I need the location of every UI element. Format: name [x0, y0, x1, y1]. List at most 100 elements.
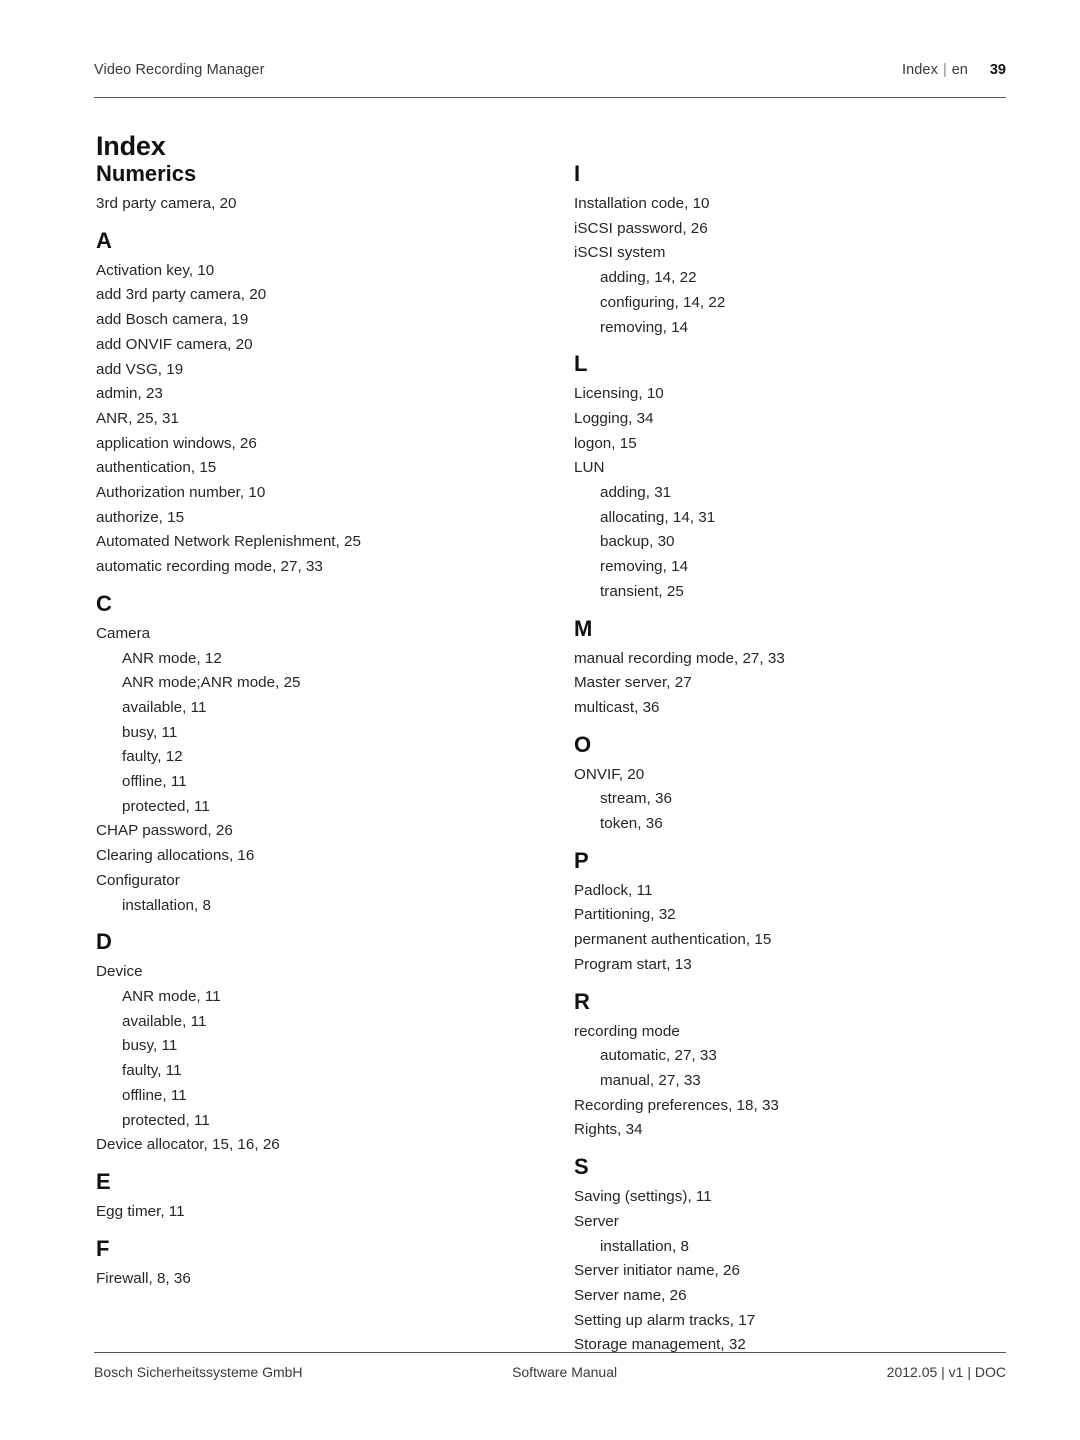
- index-entry: Installation code, 10: [574, 195, 710, 212]
- index-entry: Server initiator name, 26: [574, 1262, 740, 1280]
- index-entry: Automated Network Replenishment, 25: [96, 533, 361, 551]
- index-entry: stream, 36: [600, 790, 672, 808]
- header-doc-section: Index: [901, 62, 938, 78]
- footer-version: 2012.05 | v1 | DOC: [886, 1364, 1006, 1380]
- index-entry: automatic recording mode, 27, 33: [96, 558, 323, 576]
- index-entry: Server: [574, 1212, 619, 1230]
- index-entry: multicast, 36: [574, 698, 660, 716]
- index-entry: Camera: [96, 624, 151, 642]
- index-entry: available, 11: [122, 698, 207, 716]
- index-entry: logon, 15: [574, 434, 637, 452]
- index-section-heading-e: E: [96, 1168, 111, 1194]
- index-entry: Firewall, 8, 36: [96, 1269, 191, 1287]
- index-section-heading-numerics: Numerics: [96, 161, 197, 186]
- index-entry: Server name, 26: [574, 1286, 687, 1304]
- index-section-heading-a: A: [96, 227, 112, 253]
- index-column-left: Numerics 3rd party camera, 20 A Activation …: [96, 163, 536, 1291]
- header-separator: |: [942, 62, 947, 78]
- index-entry: removing, 14: [600, 318, 689, 336]
- footer-doc-type: Software Manual: [512, 1364, 618, 1380]
- page-title: Index: [96, 131, 166, 161]
- index-entry: Logging, 34: [574, 409, 654, 427]
- index-entry: add VSG, 19: [96, 360, 184, 378]
- index-entry: recording mode: [574, 1022, 680, 1040]
- index-entry: Device: [96, 963, 143, 981]
- index-entry: busy, 11: [122, 1037, 178, 1055]
- header-page-number: 39: [989, 62, 1006, 78]
- index-entry: token, 36: [600, 815, 663, 833]
- index-entry: admin, 23: [96, 385, 163, 403]
- index-entry: Program start, 13: [574, 955, 692, 973]
- index-column-right: I Installation code, 10 iSCSI password, 26…: [574, 163, 1014, 1358]
- header-language: en: [951, 62, 968, 78]
- index-entry: ANR, 25, 31: [96, 409, 179, 427]
- header-product-title: Video Recording Manager: [94, 62, 265, 78]
- index-entry: available, 11: [122, 1012, 207, 1030]
- index-entry: Storage management, 32: [574, 1336, 746, 1354]
- index-entry: offline, 11: [122, 773, 187, 791]
- index-entry: 3rd party camera, 20: [96, 195, 237, 212]
- index-entry: iSCSI system: [574, 244, 666, 262]
- index-entry: LUN: [574, 459, 605, 477]
- index-entry: Master server, 27: [574, 674, 692, 692]
- index-entry: backup, 30: [600, 533, 675, 551]
- index-entry: faulty, 12: [122, 748, 183, 766]
- index-section-heading-f: F: [96, 1235, 110, 1261]
- index-entry: Clearing allocations, 16: [96, 847, 255, 865]
- index-section-heading-l: L: [574, 351, 588, 377]
- index-section-heading-o: O: [574, 731, 592, 757]
- header-meta: Index | en 39: [902, 62, 1006, 78]
- index-section-heading-r: R: [574, 988, 590, 1014]
- index-entry: permanent authentication, 15: [574, 931, 772, 949]
- index-section-heading-c: C: [96, 590, 112, 616]
- page-footer: Bosch Sicherheitssysteme GmbH Software M…: [94, 1364, 1006, 1380]
- index-entry: Activation key, 10: [96, 261, 215, 279]
- index-section-heading-d: D: [96, 929, 112, 955]
- index-entry: installation, 8: [600, 1237, 689, 1255]
- index-entry: removing, 14: [600, 558, 689, 576]
- index-entry: application windows, 26: [96, 434, 257, 452]
- index-entry: Configurator: [96, 871, 180, 889]
- index-entry: ANR mode;ANR mode, 25: [122, 674, 301, 692]
- index-entry: configuring, 14, 22: [600, 293, 726, 311]
- index-entry: adding, 31: [600, 484, 672, 502]
- footer-divider: [94, 1352, 1006, 1353]
- index-entry: add 3rd party camera, 20: [96, 286, 267, 304]
- index-entry: installation, 8: [122, 896, 211, 914]
- index-entry: authentication, 15: [96, 459, 217, 477]
- index-section-heading-m: M: [574, 615, 593, 641]
- index-entry: Device allocator, 15, 16, 26: [96, 1136, 280, 1154]
- index-entry: add ONVIF camera, 20: [96, 335, 253, 353]
- index-section-heading-p: P: [574, 847, 589, 873]
- page-header: Video Recording Manager Index | en 39: [94, 62, 1006, 78]
- index-entry: iSCSI password, 26: [574, 219, 708, 237]
- index-entry: ANR mode, 11: [122, 987, 221, 1005]
- index-entry: allocating, 14, 31: [600, 508, 716, 526]
- header-divider: [94, 97, 1006, 98]
- index-entry: Licensing, 10: [574, 385, 664, 403]
- index-entry: ONVIF, 20: [574, 765, 645, 783]
- index-entry: Authorization number, 10: [96, 484, 266, 502]
- index-entry: Setting up alarm tracks, 17: [574, 1311, 756, 1329]
- index-entry: Rights, 34: [574, 1121, 643, 1139]
- index-entry: automatic, 27, 33: [600, 1047, 717, 1065]
- index-entry: offline, 11: [122, 1086, 187, 1104]
- index-entry: busy, 11: [122, 723, 178, 741]
- index-entry: authorize, 15: [96, 508, 185, 526]
- index-entry: add Bosch camera, 19: [96, 311, 249, 329]
- index-entry: CHAP password, 26: [96, 822, 233, 840]
- index-entry: ANR mode, 12: [122, 649, 222, 667]
- index-entry: Partitioning, 32: [574, 906, 676, 924]
- index-entry: protected, 11: [122, 1111, 210, 1129]
- index-entry: faulty, 11: [122, 1062, 182, 1080]
- index-page: Video Recording Manager Index | en 39 In…: [0, 0, 1080, 1440]
- index-entry: Saving (settings), 11: [574, 1188, 712, 1206]
- index-entry: Egg timer, 11: [96, 1202, 185, 1220]
- index-section-heading-s: S: [574, 1154, 589, 1180]
- index-entry: protected, 11: [122, 797, 210, 815]
- index-entry: Recording preferences, 18, 33: [574, 1096, 779, 1114]
- index-entry: transient, 25: [600, 582, 684, 600]
- index-entry: adding, 14, 22: [600, 269, 697, 287]
- index-section-heading-i: I: [574, 161, 581, 186]
- index-entry: manual recording mode, 27, 33: [574, 649, 785, 667]
